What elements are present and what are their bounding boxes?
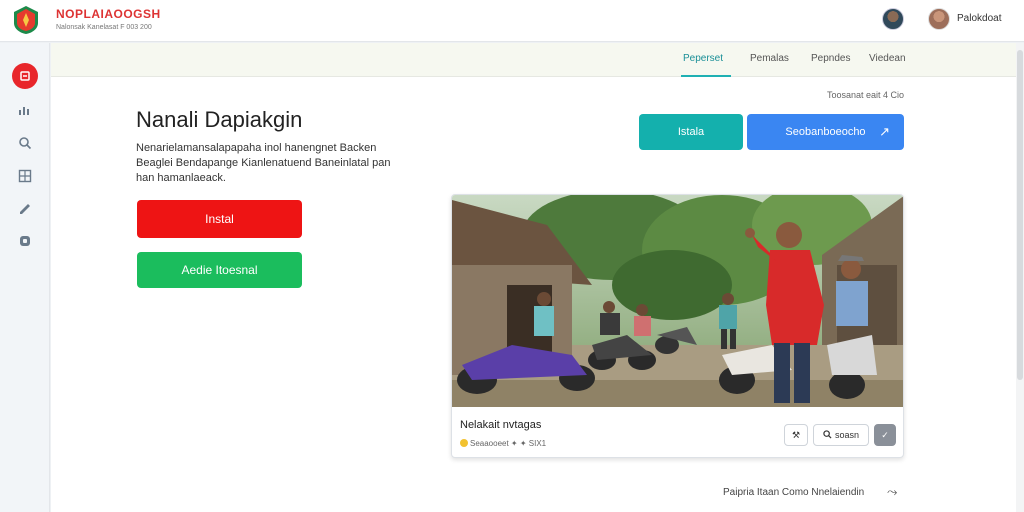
pen-icon[interactable] [13,197,37,221]
card-search-button[interactable]: soasn [813,424,869,446]
blue-action-label: Seobanboeocho [785,126,866,138]
avatar[interactable] [882,8,904,30]
brand-subtitle: Nalonsak Kanelasat F 003 200 [56,24,152,31]
card-title: Nelakait nvtagas [460,419,542,431]
card-search-label: soasn [834,430,860,440]
home-icon[interactable] [12,63,38,89]
brand-logo-icon[interactable] [12,5,40,35]
sidebar [0,43,50,512]
tab-peperset[interactable]: Peperset [683,53,723,64]
scrollbar-thumb[interactable] [1017,50,1023,380]
footer-text: Paipria Itaan Como Nnelaiendin [723,487,865,498]
expand-icon[interactable]: ⤳ [887,484,897,500]
active-tab-indicator [681,75,731,77]
brand-title: NOPLAIAOOGSH [56,7,161,21]
page-description: Nenarielamansalapapaha inol hanengnet Ba… [136,142,391,184]
search-icon [823,429,832,441]
card-meta: Seaaooeet ✦ ✦ SIX1 [460,439,546,448]
check-icon: ✓ [881,429,889,440]
user-name[interactable]: Palokdoat [957,13,1001,24]
grid-icon[interactable] [13,164,37,188]
user-avatar[interactable] [928,8,950,30]
tab-bar: Peperset Pemalas Pepndes Viedean [51,43,1016,77]
search-icon[interactable] [13,131,37,155]
media-card[interactable]: Nelakait nvtagas Seaaooeet ✦ ✦ SIX1 ⚒ so… [451,194,904,458]
page-title: Nanali Dapiakgin [136,107,303,132]
settings-icon[interactable] [13,229,37,253]
tab-pemalas[interactable]: Pemalas [750,53,789,64]
wrench-icon: ⚒ [791,429,801,440]
top-bar: NOPLAIAOOGSH Nalonsak Kanelasat F 003 20… [0,0,1024,42]
chart-icon[interactable] [13,98,37,122]
tool-button[interactable]: ⚒ [784,424,808,446]
scene-photo [452,195,903,407]
tab-viedean[interactable]: Viedean [869,53,906,64]
confirm-button[interactable]: ✓ [874,424,896,446]
install-button[interactable]: Instal [137,200,302,238]
secondary-button[interactable]: Aedie Itoesnal [137,252,302,288]
rating-icon [460,439,468,447]
tab-pepndes[interactable]: Pepndes [811,53,850,64]
teal-action-button[interactable]: Istala [639,114,743,150]
meta-text: Toosanat eait 4 Cio [826,90,904,100]
main-content: Peperset Pemalas Pepndes Viedean Nanali … [51,43,1016,512]
card-meta-text: Seaaooeet ✦ ✦ SIX1 [470,439,547,448]
blue-action-button[interactable]: Seobanboeocho ↗ [747,114,904,150]
arrow-icon: ↗ [879,124,890,139]
